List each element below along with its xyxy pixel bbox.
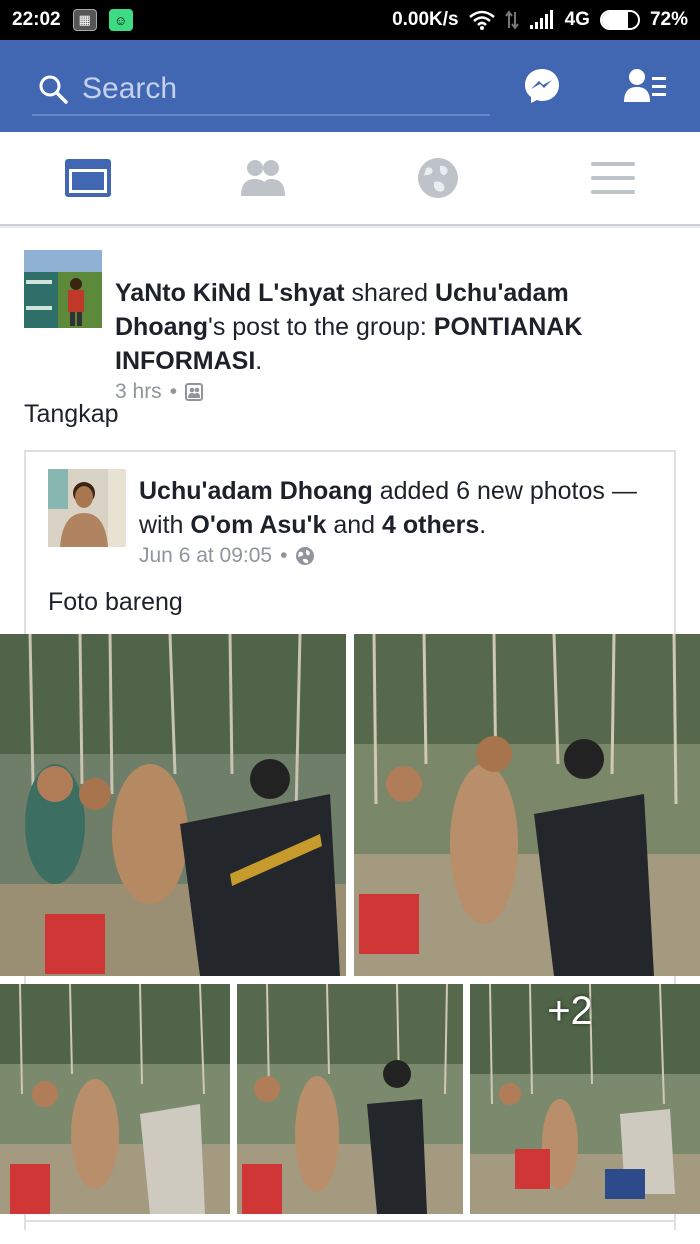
shared-author-link[interactable]: Uchu'adam Dhoang (139, 477, 373, 505)
tagged-others-link[interactable]: 4 others (382, 511, 479, 539)
friends-icon (240, 160, 285, 196)
data-transfer-icon (504, 10, 519, 30)
nav-tabs (0, 132, 700, 226)
network-type: 4G (564, 9, 590, 30)
tab-menu[interactable] (525, 132, 700, 224)
status-bar: 22:02 ▦ ☺ 0.00K/s 4G 72% (0, 0, 700, 40)
battery-icon (599, 10, 640, 30)
photo-5-more[interactable]: +2 (470, 984, 700, 1214)
shared-post-meta: Jun 6 at 09:05 • (139, 544, 315, 568)
tagged-friend-link[interactable]: O'om Asu'k (190, 511, 326, 539)
battery-percent: 72% (649, 9, 688, 30)
shared-headline: Uchu'adam Dhoang added 6 new photos — wi… (139, 477, 637, 539)
post-meta: 3 hrs • (115, 380, 204, 404)
photo-3[interactable] (0, 984, 230, 1214)
signal-icon (529, 10, 553, 29)
photo-1[interactable] (0, 634, 346, 976)
shared-post-timestamp[interactable]: Jun 6 at 09:05 (139, 544, 272, 568)
public-globe-icon (296, 547, 315, 565)
post-body: Tangkap (24, 400, 119, 428)
menu-icon (590, 162, 635, 194)
author-avatar[interactable] (24, 250, 102, 328)
tab-news-feed[interactable] (0, 132, 175, 224)
more-photos-overlay[interactable]: +2 (470, 984, 700, 1214)
tab-friends[interactable] (175, 132, 350, 224)
shared-post-body: Foto bareng (48, 588, 183, 616)
search-input[interactable] (82, 72, 462, 106)
post-author-link[interactable]: YaNto KiNd L'shyat (115, 279, 345, 307)
messenger-icon[interactable] (520, 64, 564, 108)
shared-post-bottom-border (24, 1220, 676, 1222)
shared-author-avatar[interactable] (48, 469, 126, 547)
news-feed-icon (64, 159, 111, 197)
globe-icon (417, 158, 458, 198)
network-speed: 0.00K/s (392, 9, 459, 30)
android-notification-icon: ☺ (108, 9, 133, 31)
search-bar[interactable] (32, 64, 490, 116)
post-timestamp[interactable]: 3 hrs (115, 380, 162, 404)
post-headline: YaNto KiNd L'shyat shared Uchu'adam Dhoa… (115, 279, 583, 375)
feed-story: YaNto KiNd L'shyat shared Uchu'adam Dhoa… (0, 228, 700, 1244)
status-time: 22:02 (12, 9, 61, 30)
photo-4[interactable] (237, 984, 463, 1214)
photo-2[interactable] (354, 634, 700, 976)
friend-requests-icon[interactable] (624, 64, 668, 108)
tab-notifications[interactable] (350, 132, 525, 224)
top-bar (0, 40, 700, 132)
more-photos-count: +2 (547, 989, 593, 1033)
search-icon (39, 75, 68, 104)
wifi-icon (468, 10, 495, 30)
bbm-notification-icon: ▦ (72, 9, 97, 31)
group-privacy-icon (185, 383, 204, 401)
